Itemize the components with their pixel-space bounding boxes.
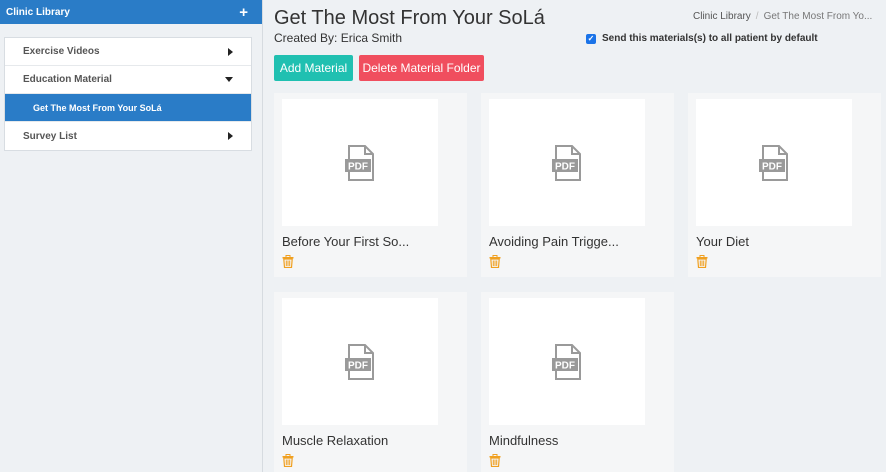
- trash-icon[interactable]: [282, 454, 294, 467]
- material-preview[interactable]: PDF: [489, 99, 645, 226]
- svg-text:PDF: PDF: [762, 161, 782, 172]
- material-card[interactable]: PDF Before Your First So...: [274, 93, 467, 277]
- material-title: Your Diet: [696, 234, 749, 249]
- pdf-icon: PDF: [552, 343, 581, 380]
- material-preview[interactable]: PDF: [282, 298, 438, 425]
- svg-text:PDF: PDF: [555, 360, 575, 371]
- delete-material-folder-button[interactable]: Delete Material Folder: [359, 55, 484, 81]
- sidebar-item-label: Survey List: [23, 130, 77, 142]
- page-title: Get The Most From Your SoLá: [274, 7, 545, 29]
- material-preview[interactable]: PDF: [282, 99, 438, 226]
- sidebar-item-survey-list[interactable]: Survey List: [5, 122, 251, 150]
- material-card[interactable]: PDF Your Diet: [688, 93, 881, 277]
- sidebar-item-label: Get The Most From Your SoLá: [33, 102, 162, 113]
- sidebar: Clinic Library + Exercise Videos Educati…: [0, 0, 263, 472]
- pdf-icon: PDF: [345, 144, 374, 181]
- svg-text:PDF: PDF: [348, 360, 368, 371]
- trash-icon[interactable]: [489, 454, 501, 467]
- sidebar-item-education-material[interactable]: Education Material: [5, 66, 251, 94]
- trash-icon[interactable]: [489, 255, 501, 268]
- pdf-icon: PDF: [345, 343, 374, 380]
- send-default-toggle[interactable]: ✓ Send this materials(s) to all patient …: [586, 33, 818, 44]
- pdf-icon: PDF: [759, 144, 788, 181]
- pdf-icon: PDF: [552, 144, 581, 181]
- breadcrumb-current: Get The Most From Yo...: [763, 11, 873, 22]
- breadcrumb-separator: /: [755, 11, 759, 22]
- send-default-checkbox[interactable]: ✓: [586, 33, 596, 44]
- material-title: Before Your First So...: [282, 234, 410, 249]
- sidebar-header: Clinic Library +: [0, 0, 262, 24]
- library-tree: Exercise Videos Education Material Get T…: [4, 37, 252, 151]
- add-folder-icon[interactable]: +: [239, 5, 248, 20]
- trash-icon[interactable]: [696, 255, 708, 268]
- breadcrumb-root[interactable]: Clinic Library: [693, 11, 751, 22]
- sidebar-title: Clinic Library: [6, 6, 70, 18]
- sidebar-item-get-the-most[interactable]: Get The Most From Your SoLá: [5, 94, 251, 122]
- material-card[interactable]: PDF Avoiding Pain Trigge...: [481, 93, 674, 277]
- chevron-right-icon: [228, 132, 233, 140]
- sidebar-item-label: Education Material: [23, 74, 112, 85]
- material-preview[interactable]: PDF: [696, 99, 852, 226]
- material-card[interactable]: PDF Mindfulness: [481, 292, 674, 472]
- breadcrumb: Clinic Library / Get The Most From Yo...: [693, 11, 872, 22]
- svg-text:PDF: PDF: [555, 161, 575, 172]
- main-content: Get The Most From Your SoLá Created By: …: [264, 0, 886, 472]
- material-preview[interactable]: PDF: [489, 298, 645, 425]
- material-title: Avoiding Pain Trigge...: [489, 234, 619, 249]
- material-title: Mindfulness: [489, 433, 559, 448]
- add-material-button[interactable]: Add Material: [274, 55, 353, 81]
- trash-icon[interactable]: [282, 255, 294, 268]
- created-by: Created By: Erica Smith: [274, 31, 403, 45]
- send-default-label: Send this materials(s) to all patient by…: [602, 33, 818, 44]
- sidebar-item-label: Exercise Videos: [23, 46, 100, 57]
- material-title: Muscle Relaxation: [282, 433, 389, 448]
- svg-text:PDF: PDF: [348, 161, 368, 172]
- chevron-right-icon: [228, 47, 233, 56]
- material-card[interactable]: PDF Muscle Relaxation: [274, 292, 467, 472]
- sidebar-item-exercise-videos[interactable]: Exercise Videos: [5, 38, 251, 66]
- chevron-down-icon: [225, 77, 233, 82]
